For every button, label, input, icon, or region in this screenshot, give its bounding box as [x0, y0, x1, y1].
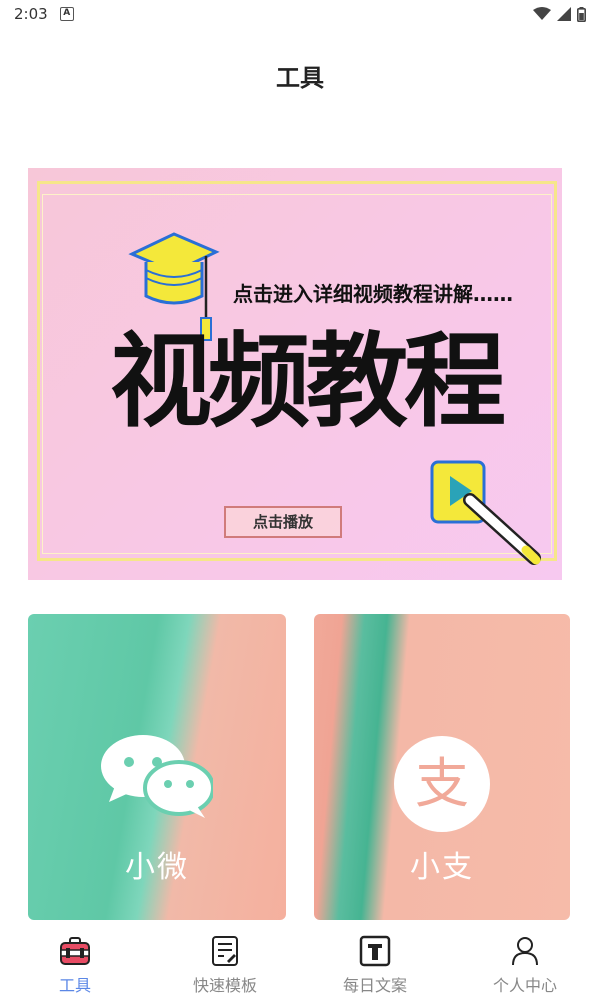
tab-tools-label: 工具: [58, 976, 91, 995]
play-button[interactable]: 点击播放: [224, 506, 342, 538]
banner-headline: 视频教程: [110, 323, 506, 442]
tab-quick-templates-label: 快速模板: [192, 976, 257, 995]
signal-icon: [557, 7, 571, 21]
tab-tools[interactable]: 工具: [0, 920, 150, 1004]
wechat-card-label: 小微: [125, 850, 189, 885]
play-pen-icon: [430, 460, 541, 565]
alipay-card-label: 小支: [410, 850, 474, 885]
page-title: 工具: [276, 64, 324, 92]
alipay-card[interactable]: 支 小支: [314, 614, 570, 920]
bottom-tab-bar: 工具 快速模板 每日文案 个人中心: [0, 920, 600, 1004]
tab-quick-templates[interactable]: 快速模板: [150, 920, 300, 1004]
tab-profile-label: 个人中心: [492, 976, 557, 995]
a-badge-icon: A: [59, 7, 74, 21]
wifi-icon: [533, 7, 551, 20]
tab-profile[interactable]: 个人中心: [450, 920, 600, 1004]
alipay-icon: 支: [394, 736, 490, 832]
tab-daily-copy[interactable]: 每日文案: [300, 920, 450, 1004]
wechat-card[interactable]: 小微: [28, 614, 286, 920]
alipay-icon-char: 支: [415, 752, 469, 815]
wechat-icon: [101, 735, 213, 818]
video-tutorial-banner[interactable]: 点击进入详细视频教程讲解…… 视频教程 点击播放: [28, 168, 562, 580]
person-icon: [512, 937, 538, 966]
text-icon: [359, 935, 391, 967]
status-time: 2:03: [14, 5, 48, 23]
status-bar: 2:03 A: [0, 0, 600, 28]
toolbox-icon: [60, 937, 90, 965]
template-icon: [212, 936, 238, 966]
tab-daily-copy-label: 每日文案: [342, 976, 407, 995]
battery-icon: [577, 6, 586, 22]
